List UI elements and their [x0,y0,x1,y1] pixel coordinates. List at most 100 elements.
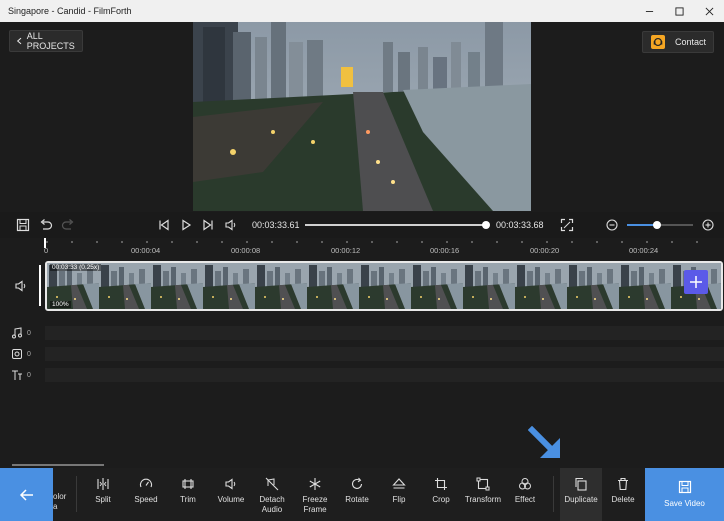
timeline-scrollbar[interactable] [12,464,104,466]
speed-button[interactable]: Speed [128,468,164,521]
delete-button[interactable]: Delete [605,468,641,521]
end-time: 00:03:33.68 [496,220,544,230]
clip-duration-badge: 00:03:33 (0.25x) [50,264,102,271]
effect-button[interactable]: Effect [507,468,543,521]
rotate-button[interactable]: Rotate [339,468,375,521]
fullscreen-icon[interactable] [560,218,574,232]
clip-thumbnail [151,263,205,309]
freeze-frame-label: Freeze Frame [302,495,328,514]
contact-button[interactable]: Contact [642,31,714,53]
all-projects-button[interactable]: ALL PROJECTS [9,30,83,52]
undo-icon[interactable] [39,218,53,232]
close-icon [705,7,713,15]
ruler-tick [671,241,673,243]
playback-progress[interactable] [305,221,490,229]
close-button[interactable] [694,0,724,22]
save-video-button[interactable]: Save Video [645,468,724,521]
timeline-ruler[interactable]: 0 00:00:04 00:00:08 00:00:12 00:00:16 00… [0,238,724,258]
sticker-track-count: 0 [27,351,31,358]
minimize-button[interactable] [634,0,664,22]
ruler-tick [271,241,273,243]
text-track-count: 0 [27,372,31,379]
all-projects-label: ALL PROJECTS [26,31,75,51]
split-button[interactable]: Split [85,468,121,521]
ruler-tick [596,241,598,243]
contact-icon [651,35,665,49]
save-project-icon[interactable] [16,218,30,232]
split-label: Split [95,495,111,504]
zoom-slider[interactable] [627,221,693,229]
play-icon[interactable] [179,218,193,232]
duplicate-label: Duplicate [564,495,598,504]
skip-start-icon[interactable] [157,218,171,232]
volume-icon [225,478,236,490]
freeze-frame-button[interactable]: Freeze Frame [297,468,333,521]
flip-label: Flip [392,495,406,504]
zoom-in-icon[interactable] [701,218,715,232]
toolbar-separator [76,476,77,512]
partial-label-line-1: olor [53,492,67,501]
playhead[interactable] [44,238,46,248]
ruler-label: 00:00:08 [231,246,261,255]
track-speaker-icon[interactable] [14,279,28,293]
chevron-left-icon [16,37,22,45]
transform-button[interactable]: Transform [462,468,504,521]
clip-thumbnail [619,263,673,309]
flip-button[interactable]: Flip [381,468,417,521]
video-clip[interactable]: 00:03:33 (0.25x) 100% [45,261,723,311]
duplicate-button[interactable]: Duplicate [560,468,602,521]
maximize-button[interactable] [664,0,694,22]
ruler-tick [96,241,98,243]
zoom-handle[interactable] [652,221,661,229]
detach-audio-label: Detach Audio [259,495,285,514]
current-time: 00:03:33.61 [252,220,300,230]
ruler-label: 00:00:12 [331,246,361,255]
duplicate-icon [575,477,587,491]
ruler-tick [646,241,648,243]
trim-button[interactable]: Trim [170,468,206,521]
text-icon[interactable] [11,369,23,381]
audio-track[interactable] [45,326,724,340]
music-note-icon[interactable] [11,327,23,339]
volume-button[interactable]: Volume [211,468,251,521]
ruler-tick [546,241,548,243]
ruler-tick [621,241,623,243]
redo-icon[interactable] [61,218,75,232]
back-button[interactable] [0,468,53,521]
clip-thumbnail [307,263,361,309]
title-bar: Singapore - Candid - FilmForth [0,0,724,22]
zoom-out-icon[interactable] [605,218,619,232]
ruler-tick [246,241,248,243]
crop-label: Crop [432,495,450,504]
arrow-down-right-icon [528,426,560,458]
clip-thumbnail [463,263,517,309]
ruler-tick [121,241,123,243]
ruler-tick [221,241,223,243]
ruler-tick [46,241,48,243]
transform-label: Transform [464,495,502,504]
ruler-tick [521,241,523,243]
trash-icon [618,477,628,491]
arrow-left-icon [19,488,33,501]
ruler-tick [496,241,498,243]
progress-handle[interactable] [482,221,490,229]
add-clip-button[interactable] [684,270,708,294]
ruler-tick [421,241,423,243]
ruler-tick [471,241,473,243]
crop-button[interactable]: Crop [423,468,459,521]
sticker-track[interactable] [45,347,724,361]
speed-icon [139,478,153,488]
skip-end-icon[interactable] [201,218,215,232]
audio-track-count: 0 [27,330,31,337]
effect-icon [519,478,531,490]
speaker-icon[interactable] [224,218,238,232]
clip-thumbnail [359,263,413,309]
text-track[interactable] [45,368,724,382]
snowflake-icon [309,478,321,490]
ruler-tick [696,241,698,243]
video-preview [193,22,531,211]
ruler-label: 00:00:04 [131,246,161,255]
clip-thumbnail [99,263,153,309]
sticker-icon[interactable] [11,348,23,360]
detach-audio-button[interactable]: Detach Audio [254,468,290,521]
